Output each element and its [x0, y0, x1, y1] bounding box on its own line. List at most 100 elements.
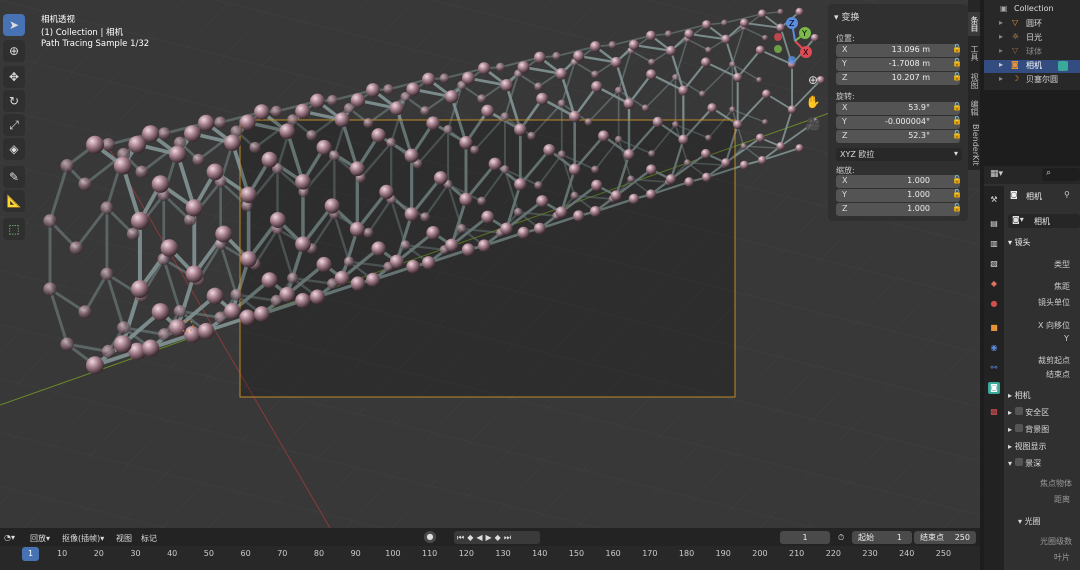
select-tool-button[interactable]: ➤ [3, 14, 25, 36]
end-frame-field[interactable]: 结束点 250 [914, 531, 976, 544]
play-reverse-icon[interactable]: ◀ [476, 533, 485, 542]
next-key-icon[interactable]: ◆ [495, 533, 504, 542]
navigation-gizmo[interactable]: Z X Y [770, 15, 820, 67]
tab-item[interactable]: 条目 [968, 12, 980, 36]
tab-view[interactable]: 视图 [968, 70, 980, 92]
atom [443, 124, 453, 135]
playback-controls[interactable]: ⏮◆◀▶◆⏭ [454, 531, 540, 544]
outliner-item-sun[interactable]: ▸ ☼ 日光 [984, 32, 1080, 45]
outliner-item-camera[interactable]: ▸ ◙ 相机 [984, 60, 1080, 73]
scale-z-field[interactable]: Z 1.000 🔓 [836, 203, 962, 216]
playback-menu[interactable]: 回放▾ [30, 533, 50, 544]
object-tab-icon[interactable]: ■ [988, 322, 1000, 334]
outliner-item-torus[interactable]: ▸ ▽ 圆环 [984, 18, 1080, 31]
rotation-y-field[interactable]: Y -0.000004° 🔓 [836, 116, 962, 129]
scale-tool-button[interactable]: ⤢ [3, 114, 25, 136]
3d-viewport[interactable]: 相机透视 (1) Collection | 相机 Path Tracing Sa… [0, 0, 980, 528]
aperture-panel[interactable]: ▾ 光圈 [1018, 516, 1041, 527]
atom [762, 34, 769, 41]
start-frame-field[interactable]: 起始 1 [852, 531, 912, 544]
rotate-tool-button[interactable]: ↻ [3, 90, 25, 112]
prev-key-icon[interactable]: ◆ [467, 533, 476, 542]
keying-menu[interactable]: 抠像(插帧)▾ [62, 533, 104, 544]
editor-type-button[interactable]: ◔▾ [4, 533, 15, 542]
view-layer-tab-icon[interactable]: ▧ [988, 258, 1000, 270]
zoom-button[interactable]: ⊕ [803, 70, 823, 90]
marker-menu[interactable]: 标记 [141, 533, 157, 544]
lock-icon[interactable]: 🔓 [952, 44, 962, 53]
transform-tool-button[interactable]: ◈ [3, 138, 25, 160]
atom [206, 163, 224, 181]
viewport-display-panel[interactable]: ▸ 视图显示 [1008, 441, 1047, 452]
pin-icon[interactable]: ⚲ [1064, 190, 1070, 199]
texture-tab-icon[interactable]: ▩ [988, 406, 1000, 418]
stopwatch-icon[interactable]: ⏱ [838, 533, 844, 543]
camera-view-button[interactable]: 🎥 [803, 114, 823, 134]
outliner-item-sphere[interactable]: ▸ ▽ 球体 [984, 46, 1080, 59]
jump-end-icon[interactable]: ⏭ [504, 533, 514, 542]
current-frame-field[interactable]: 1 [780, 531, 830, 544]
atom [350, 93, 366, 108]
outliner-item-bezier[interactable]: ▸ ☽ 贝塞尔圆 [984, 74, 1080, 87]
annotate-tool-button[interactable]: ✎ [3, 166, 25, 188]
editor-type-icon[interactable]: ▦▾ [990, 169, 1003, 179]
atom [488, 157, 502, 171]
scale-x-field[interactable]: X 1.000 🔓 [836, 175, 962, 188]
timeline-tick-label: 200 [752, 549, 768, 558]
camera-data-field[interactable]: ◙▾ 相机 [1008, 214, 1080, 228]
gizmo-neg-z[interactable] [788, 56, 796, 64]
physics-tab-icon[interactable]: ◉ [988, 342, 1000, 354]
atom [589, 206, 601, 217]
camera-data-tab-icon[interactable]: ◙ [988, 382, 1000, 394]
scene-tab-icon[interactable]: ◆ [988, 278, 1000, 290]
camera-panel-header[interactable]: ▸ 相机 [1008, 390, 1031, 401]
scale-y-field[interactable]: Y 1.000 🔓 [836, 189, 962, 202]
output-tab-icon[interactable]: ▥ [988, 238, 1000, 250]
lock-icon[interactable]: 🔓 [952, 175, 962, 184]
tab-blenderkit[interactable]: BlenderKit [968, 123, 980, 167]
location-z-field[interactable]: Z 10.207 m 🔓 [836, 72, 962, 85]
lock-icon[interactable]: 🔓 [952, 189, 962, 198]
location-y-field[interactable]: Y -1.7008 m 🔓 [836, 58, 962, 71]
constraints-tab-icon[interactable]: ⚯ [988, 362, 1000, 374]
measure-tool-button[interactable]: 📐 [3, 190, 25, 212]
tab-edit[interactable]: 编辑 [968, 97, 980, 119]
safe-areas-panel[interactable]: ▸ 安全区 [1008, 407, 1049, 418]
render-tab-icon[interactable]: ▤ [988, 218, 1000, 230]
atom [557, 99, 566, 108]
dof-panel[interactable]: ▾ 景深 [1008, 458, 1041, 469]
tool-tab-icon[interactable]: ⚒ [988, 194, 1000, 206]
camera-object-icon: ◙ [1010, 190, 1018, 199]
lock-icon[interactable]: 🔓 [952, 72, 962, 81]
pan-button[interactable]: ✋ [803, 92, 823, 112]
tab-tool[interactable]: 工具 [968, 42, 980, 64]
lens-panel-header[interactable]: ▾ 镜头 [1008, 237, 1031, 248]
rotation-x-field[interactable]: X 53.9° 🔓 [836, 102, 962, 115]
outliner-collection[interactable]: ▣ Collection [984, 4, 1080, 17]
rotation-z-field[interactable]: Z 52.3° 🔓 [836, 130, 962, 143]
gizmo-neg-x[interactable] [774, 33, 782, 41]
checkbox[interactable] [1014, 407, 1023, 415]
transform-header[interactable]: ▾ 变换 [834, 10, 859, 23]
atom [141, 339, 160, 357]
play-icon[interactable]: ▶ [486, 533, 495, 542]
jump-start-icon[interactable]: ⏮ [457, 533, 467, 542]
lock-icon[interactable]: 🔓 [952, 130, 962, 139]
rotation-mode-select[interactable]: XYZ 欧拉 ▾ [836, 148, 962, 161]
location-x-field[interactable]: X 13.096 m 🔓 [836, 44, 962, 57]
add-cube-tool-button[interactable]: ⬚ [3, 218, 25, 240]
lock-icon[interactable]: 🔓 [952, 58, 962, 67]
background-images-panel[interactable]: ▸ 背景图 [1008, 424, 1049, 435]
world-tab-icon[interactable]: ● [988, 298, 1000, 310]
record-button[interactable]: ● [424, 531, 436, 543]
checkbox[interactable] [1014, 424, 1023, 432]
view-menu[interactable]: 视图 [116, 533, 132, 544]
lock-icon[interactable]: 🔓 [952, 116, 962, 125]
lock-icon[interactable]: 🔓 [952, 203, 962, 212]
properties-search-input[interactable]: ⌕ [1042, 168, 1080, 181]
cursor-tool-button[interactable]: ⊕ [3, 40, 25, 62]
move-tool-button[interactable]: ✥ [3, 66, 25, 88]
lock-icon[interactable]: 🔓 [952, 102, 962, 111]
checkbox[interactable] [1014, 458, 1023, 466]
gizmo-neg-y[interactable] [774, 45, 782, 53]
